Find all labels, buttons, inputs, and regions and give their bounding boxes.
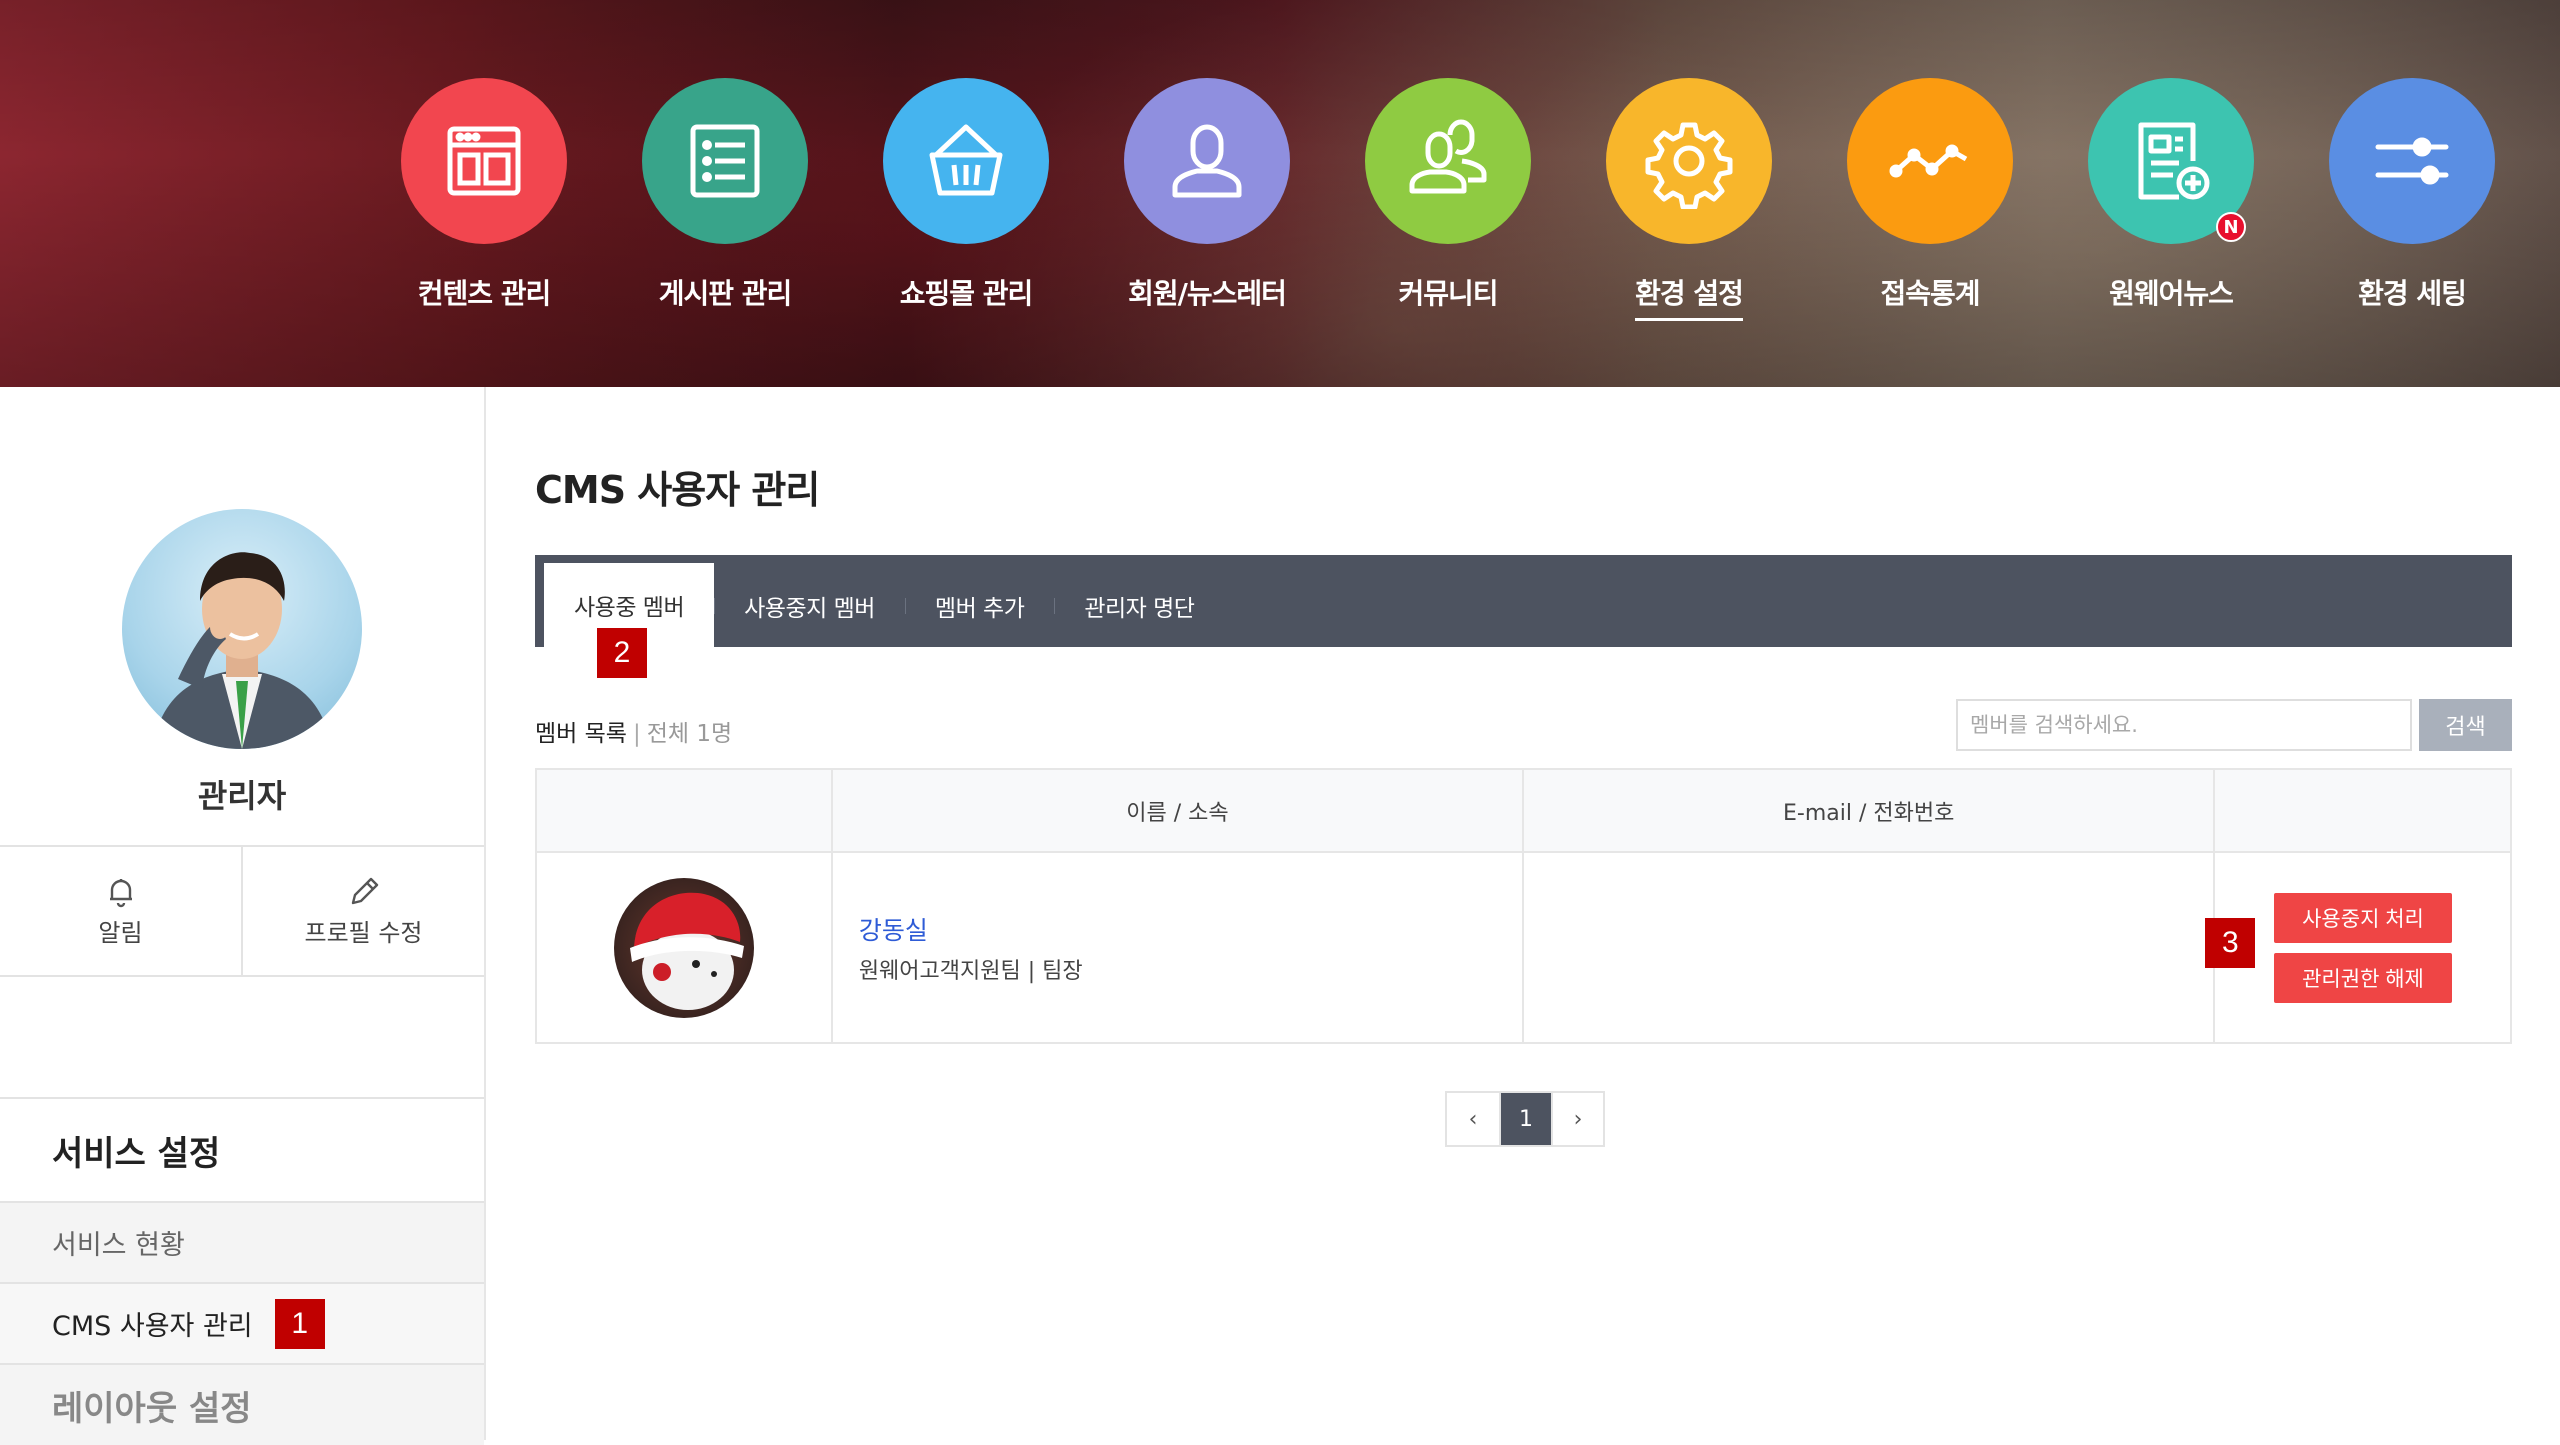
nav-item-shop[interactable]: 쇼핑몰 관리 bbox=[866, 78, 1066, 318]
new-badge: N bbox=[2216, 212, 2246, 242]
sidebar: 관리자 알림 프로필 수정 서비스 설정 서비스 현황 CMS 사용자 관리 1… bbox=[0, 387, 486, 1445]
tab-suspended-members[interactable]: 사용중지 멤버 bbox=[714, 564, 905, 647]
member-name-link[interactable]: 강동실 bbox=[833, 911, 1522, 947]
step-marker-1: 1 bbox=[274, 1298, 325, 1349]
tab-admin-list[interactable]: 관리자 명단 bbox=[1054, 564, 1224, 647]
nav-item-content[interactable]: 컨텐츠 관리 bbox=[384, 78, 584, 318]
list-icon bbox=[642, 78, 808, 244]
nav-label-active: 환경 설정 bbox=[1635, 272, 1744, 321]
member-actions-cell: 3 사용중지 처리 관리권한 해제 bbox=[2205, 851, 2512, 1044]
nav-label: 회원/뉴스레터 bbox=[1128, 277, 1287, 310]
nav-item-settings[interactable]: 환경 설정 bbox=[1589, 78, 1789, 321]
sidebar-spacer bbox=[0, 977, 484, 1099]
nav-label: 접속통계 bbox=[1880, 277, 1980, 310]
profile-actions: 알림 프로필 수정 bbox=[0, 847, 484, 977]
gear-icon bbox=[1606, 78, 1772, 244]
column-header-photo bbox=[535, 768, 833, 853]
nav-label: 원웨어뉴스 bbox=[2109, 277, 2234, 310]
member-photo-cell bbox=[535, 851, 833, 1044]
prev-page-button[interactable]: ‹ bbox=[1447, 1093, 1499, 1145]
member-table: 이름 / 소속 E-mail / 전화번호 강동실 원웨어고객지원팀 | 팀장 … bbox=[535, 768, 2512, 1044]
pagination: ‹ 1 › bbox=[1445, 1091, 1605, 1147]
nav-item-stats[interactable]: 접속통계 bbox=[1830, 78, 2030, 318]
user-icon bbox=[1124, 78, 1290, 244]
notifications-label: 알림 bbox=[98, 918, 143, 947]
avatar bbox=[122, 509, 362, 749]
tab-add-member[interactable]: 멤버 추가 bbox=[904, 564, 1054, 647]
next-page-button[interactable]: › bbox=[1551, 1093, 1603, 1145]
profile-name: 관리자 bbox=[197, 777, 287, 815]
nav-item-board[interactable]: 게시판 관리 bbox=[625, 78, 825, 318]
notifications-button[interactable]: 알림 bbox=[0, 847, 241, 975]
sidebar-section-title-layout[interactable]: 레이아웃 설정 bbox=[0, 1365, 484, 1445]
top-navigation: 컨텐츠 관리 게시판 관리 쇼핑몰 관리 회원/뉴스레터 커뮤니티 환경 설정 … bbox=[0, 0, 2560, 387]
edit-profile-button[interactable]: 프로필 수정 bbox=[241, 847, 484, 975]
member-avatar bbox=[613, 877, 754, 1018]
member-list-info: 멤버 목록 | 전체 1명 bbox=[535, 721, 733, 747]
table-header-row: 이름 / 소속 E-mail / 전화번호 bbox=[535, 768, 2512, 853]
tab-bar: 사용중 멤버 사용중지 멤버 멤버 추가 관리자 명단 bbox=[535, 555, 2512, 647]
sidebar-item-service-status[interactable]: 서비스 현황 bbox=[0, 1203, 484, 1284]
edit-profile-label: 프로필 수정 bbox=[304, 918, 423, 947]
nav-label: 환경 세팅 bbox=[2358, 277, 2467, 310]
member-action-buttons: 사용중지 처리 관리권한 해제 bbox=[2274, 893, 2452, 1003]
news-add-icon: N bbox=[2088, 78, 2254, 244]
tab-label: 사용중 멤버 bbox=[574, 595, 685, 621]
member-count: 전체 1명 bbox=[646, 721, 733, 747]
tab-label: 멤버 추가 bbox=[934, 595, 1025, 622]
page-title: CMS 사용자 관리 bbox=[535, 468, 820, 512]
nav-item-members[interactable]: 회원/뉴스레터 bbox=[1107, 78, 1307, 318]
nav-item-setup[interactable]: 환경 세팅 bbox=[2312, 78, 2512, 318]
pencil-icon bbox=[351, 877, 378, 904]
sidebar-item-label: 서비스 현황 bbox=[52, 1230, 185, 1261]
basket-icon bbox=[883, 78, 1049, 244]
nav-label: 컨텐츠 관리 bbox=[417, 277, 552, 310]
users-icon bbox=[1365, 78, 1531, 244]
tab-label: 관리자 명단 bbox=[1084, 595, 1195, 622]
search-button[interactable]: 검색 bbox=[2419, 699, 2512, 751]
step-marker-2: 2 bbox=[597, 628, 647, 678]
sidebar-item-label: CMS 사용자 관리 bbox=[52, 1311, 253, 1342]
tab-label: 사용중지 멤버 bbox=[744, 595, 875, 622]
column-header-contact: E-mail / 전화번호 bbox=[1522, 768, 2216, 853]
nav-label: 게시판 관리 bbox=[658, 277, 793, 310]
sidebar-section-title: 서비스 설정 bbox=[0, 1099, 484, 1203]
column-header-name: 이름 / 소속 bbox=[830, 768, 1525, 853]
nav-item-news[interactable]: N 원웨어뉴스 bbox=[2071, 78, 2271, 318]
member-name-cell: 강동실 원웨어고객지원팀 | 팀장 bbox=[830, 851, 1525, 1044]
nav-label: 커뮤니티 bbox=[1398, 277, 1498, 310]
nav-label: 쇼핑몰 관리 bbox=[899, 277, 1034, 310]
sliders-icon bbox=[2329, 78, 2495, 244]
member-org: 원웨어고객지원팀 | 팀장 bbox=[858, 958, 1083, 984]
sidebar-item-cms-users[interactable]: CMS 사용자 관리 1 bbox=[0, 1284, 484, 1365]
member-list-label: 멤버 목록 bbox=[535, 721, 627, 747]
table-row: 강동실 원웨어고객지원팀 | 팀장 3 사용중지 처리 관리권한 해제 bbox=[535, 851, 2512, 1044]
step-marker-3: 3 bbox=[2205, 918, 2256, 968]
profile-panel: 관리자 bbox=[0, 387, 484, 847]
content-layout-icon bbox=[401, 78, 567, 244]
page-number-current[interactable]: 1 bbox=[1499, 1093, 1551, 1145]
member-contact-cell bbox=[1522, 851, 2216, 1044]
column-header-actions bbox=[2213, 768, 2512, 853]
member-search-input[interactable] bbox=[1956, 699, 2412, 751]
revoke-admin-button[interactable]: 관리권한 해제 bbox=[2274, 953, 2452, 1003]
trend-icon bbox=[1847, 78, 2013, 244]
suspend-member-button[interactable]: 사용중지 처리 bbox=[2274, 893, 2452, 943]
bell-icon bbox=[109, 878, 132, 907]
nav-item-community[interactable]: 커뮤니티 bbox=[1348, 78, 1548, 318]
